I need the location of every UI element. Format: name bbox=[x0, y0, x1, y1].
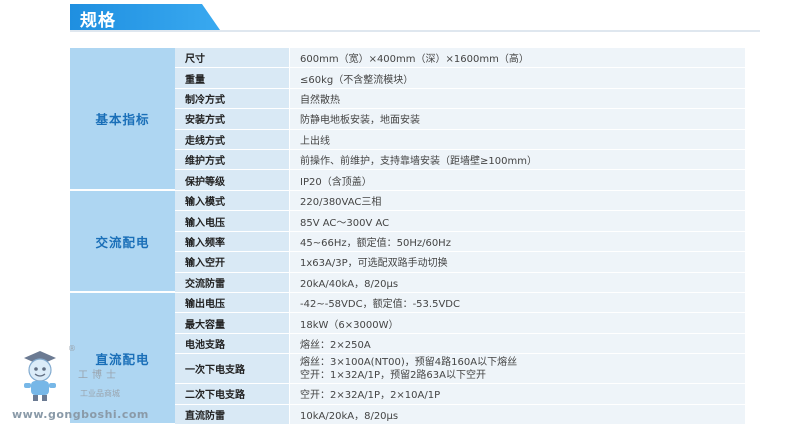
table-row: 制冷方式 自然散热 bbox=[175, 88, 745, 110]
row-value: 45~66Hz，额定值：50Hz/60Hz bbox=[290, 231, 745, 252]
row-value: 1x63A/3P，可选配双路手动切换 bbox=[290, 252, 745, 272]
row-key: 重量 bbox=[175, 68, 290, 88]
row-value: 600mm（宽）×400mm（深）×1600mm（高） bbox=[290, 48, 745, 68]
section-header: 规格 bbox=[0, 0, 800, 34]
table-row: 最大容量 18kW（6×3000W） bbox=[175, 313, 745, 334]
row-value: 熔丝：3×100A(NT00)，预留4路160A以下熔丝 空开：1×32A/1P… bbox=[290, 354, 745, 384]
table-row: 二次下电支路 空开：2×32A/1P，2×10A/1P bbox=[175, 384, 745, 405]
row-key: 一次下电支路 bbox=[175, 354, 290, 384]
row-value-line-2: 空开：1×32A/1P，预留2路63A以下空开 bbox=[300, 369, 486, 381]
row-value: 前操作、前维护，支持靠墙安装（距墙壁≥100mm） bbox=[290, 150, 745, 170]
row-value: ≤60kg（不含整流模块） bbox=[290, 68, 745, 88]
row-key: 直流防雷 bbox=[175, 404, 290, 424]
group-label-ac: 交流配电 bbox=[70, 191, 175, 293]
row-key: 二次下电支路 bbox=[175, 384, 290, 404]
row-key: 维护方式 bbox=[175, 150, 290, 170]
row-value: 20kA/40kA，8/20μs bbox=[290, 272, 745, 292]
registered-mark: ® bbox=[68, 344, 76, 353]
table-row: 输入空开 1x63A/3P，可选配双路手动切换 bbox=[175, 252, 745, 273]
row-key: 走线方式 bbox=[175, 129, 290, 149]
table-row: 输入电压 85V AC～300V AC bbox=[175, 211, 745, 232]
row-key: 制冷方式 bbox=[175, 88, 290, 109]
table-row: 交流防雷 20kA/40kA，8/20μs bbox=[175, 272, 745, 293]
row-value: -42~-58VDC，额定值：-53.5VDC bbox=[290, 293, 745, 313]
row-key: 保护等级 bbox=[175, 170, 290, 190]
table-row: 安装方式 防静电地板安装，地面安装 bbox=[175, 109, 745, 130]
table-row: 输出电压 -42~-58VDC，额定值：-53.5VDC bbox=[175, 293, 745, 314]
row-value: 上出线 bbox=[290, 129, 745, 149]
row-key: 输入电压 bbox=[175, 211, 290, 231]
table-row: 输入频率 45~66Hz，额定值：50Hz/60Hz bbox=[175, 231, 745, 253]
table-row: 重量 ≤60kg（不含整流模块） bbox=[175, 68, 745, 89]
table-row: 直流防雷 10kA/20kA，8/20μs bbox=[175, 404, 745, 425]
row-value: 自然散热 bbox=[290, 88, 745, 109]
table-row: 保护等级 IP20（含顶盖） bbox=[175, 170, 745, 191]
row-key: 输入空开 bbox=[175, 252, 290, 272]
row-value: 空开：2×32A/1P，2×10A/1P bbox=[290, 384, 745, 404]
row-key: 电池支路 bbox=[175, 333, 290, 354]
row-value: 85V AC～300V AC bbox=[290, 211, 745, 231]
row-key: 交流防雷 bbox=[175, 272, 290, 292]
group-label-basic: 基本指标 bbox=[70, 48, 175, 191]
row-key: 安装方式 bbox=[175, 109, 290, 129]
table-row: 输入模式 220/380VAC三相 bbox=[175, 191, 745, 212]
row-key: 输入模式 bbox=[175, 191, 290, 211]
row-key: 最大容量 bbox=[175, 313, 290, 333]
page-title: 规格 bbox=[80, 11, 116, 31]
watermark-subtitle: 工业品商城 bbox=[80, 389, 120, 398]
mascot-logo-icon bbox=[24, 351, 56, 401]
row-value: 防静电地板安装，地面安装 bbox=[290, 109, 745, 129]
header-divider bbox=[70, 30, 760, 32]
watermark-brand: 工博士 bbox=[78, 370, 120, 381]
row-key: 输出电压 bbox=[175, 293, 290, 313]
table-row: 一次下电支路 熔丝：3×100A(NT00)，预留4路160A以下熔丝 空开：1… bbox=[175, 354, 745, 385]
table-row: 走线方式 上出线 bbox=[175, 129, 745, 150]
row-key: 输入频率 bbox=[175, 231, 290, 252]
row-value: 220/380VAC三相 bbox=[290, 191, 745, 211]
table-row: 尺寸 600mm（宽）×400mm（深）×1600mm（高） bbox=[175, 48, 745, 69]
row-key: 尺寸 bbox=[175, 48, 290, 68]
row-value: IP20（含顶盖） bbox=[290, 170, 745, 190]
row-value: 熔丝：2×250A bbox=[290, 333, 745, 354]
row-value-line-1: 熔丝：3×100A(NT00)，预留4路160A以下熔丝 bbox=[300, 356, 518, 368]
row-value: 18kW（6×3000W） bbox=[290, 313, 745, 333]
watermark-url: www.gongboshi.com bbox=[12, 408, 149, 421]
row-value: 10kA/20kA，8/20μs bbox=[290, 404, 745, 424]
table-row: 维护方式 前操作、前维护，支持靠墙安装（距墙壁≥100mm） bbox=[175, 150, 745, 171]
group-label-dc: 直流配电 bbox=[70, 293, 175, 425]
table-row: 电池支路 熔丝：2×250A bbox=[175, 333, 745, 355]
